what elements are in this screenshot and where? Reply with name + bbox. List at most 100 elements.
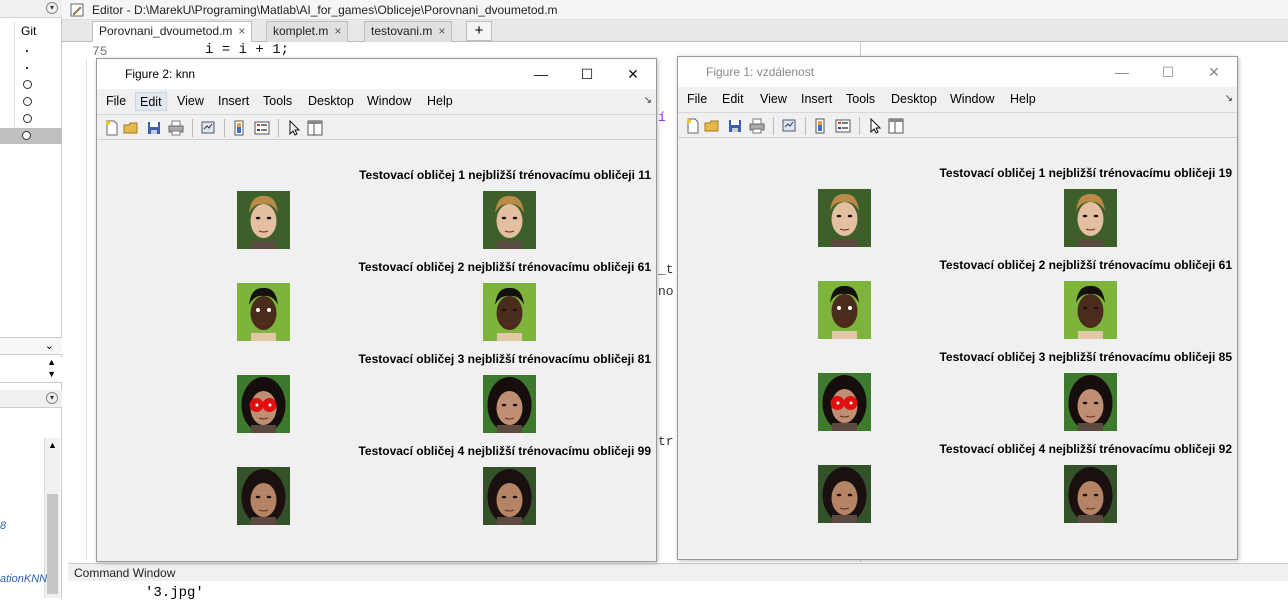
result-caption: Testovací obličej 4 nejbližší trénovacím… (358, 444, 651, 458)
toolbar-separator (224, 119, 225, 137)
minimize-button[interactable]: — (518, 59, 564, 89)
menu-tools[interactable]: Tools (842, 90, 879, 109)
file-fragment: 8 (0, 520, 7, 532)
git-status-icon (23, 97, 32, 106)
scroll-up-icon[interactable]: ▲ (47, 357, 56, 367)
minimize-button[interactable]: — (1099, 57, 1145, 87)
menu-insert[interactable]: Insert (797, 90, 836, 109)
chevron-down-icon[interactable]: ▾ (46, 2, 58, 14)
menu-desktop[interactable]: Desktop (304, 92, 358, 111)
tab-testovani[interactable]: testovani.m × (364, 21, 453, 42)
git-status-dot (26, 50, 28, 52)
toolbar-separator (773, 117, 774, 135)
figure-window-knn[interactable]: Figure 2: knn — ☐ ✕ File Edit View Inser… (96, 58, 657, 562)
line-number: 75 (92, 44, 108, 59)
git-status-icon (23, 114, 32, 123)
menu-window[interactable]: Window (946, 90, 998, 109)
menu-insert[interactable]: Insert (214, 92, 253, 111)
add-tab-button[interactable]: + (466, 21, 492, 41)
menu-edit[interactable]: Edit (718, 90, 748, 109)
command-window-title: Command Window (68, 563, 1288, 581)
open-folder-icon[interactable] (704, 118, 720, 134)
code-line: i = i + 1; (205, 42, 290, 58)
property-editor-icon[interactable] (307, 120, 323, 136)
train-face-image (1064, 465, 1117, 523)
menu-desktop[interactable]: Desktop (887, 90, 941, 109)
save-icon[interactable] (727, 118, 743, 134)
result-caption: Testovací obličej 3 nejbližší trénovacím… (358, 352, 651, 366)
figure-menubar: File Edit View Insert Tools Desktop Wind… (97, 89, 656, 113)
menu-file[interactable]: File (102, 92, 130, 111)
left-panel: ▾ Git ⌄ ▲ ▼ ▾ ▲ 8 ationKNN (0, 0, 62, 599)
scroll-field[interactable]: ▲ ▼ (0, 357, 62, 383)
test-face-image (818, 281, 871, 339)
tab-label: Porovnani_dvoumetod.m (99, 24, 233, 38)
pointer-icon[interactable] (867, 118, 883, 134)
menu-tools[interactable]: Tools (259, 92, 296, 111)
colorbar-icon[interactable] (231, 120, 247, 136)
new-file-icon[interactable] (685, 118, 701, 134)
test-face-image (237, 191, 290, 249)
open-folder-icon[interactable] (123, 120, 139, 136)
menu-help[interactable]: Help (423, 92, 457, 111)
menu-window[interactable]: Window (363, 92, 415, 111)
save-icon[interactable] (146, 120, 162, 136)
train-face-image (483, 375, 536, 433)
menu-file[interactable]: File (683, 90, 711, 109)
figure-toolbar (97, 114, 656, 140)
property-editor-icon[interactable] (888, 118, 904, 134)
menu-view[interactable]: View (756, 90, 791, 109)
close-icon[interactable]: × (238, 24, 245, 38)
code-fragment: tr (658, 434, 674, 449)
test-face-image (818, 465, 871, 523)
panel-header: ▾ (0, 0, 62, 18)
toolbar-separator (805, 117, 806, 135)
menu-edit[interactable]: Edit (135, 92, 167, 111)
git-status-dot (26, 67, 28, 69)
menu-help[interactable]: Help (1006, 90, 1040, 109)
scroll-up-icon[interactable]: ▲ (48, 440, 57, 450)
link-plot-icon[interactable] (200, 120, 216, 136)
chevron-down-icon[interactable]: ⌄ (45, 339, 54, 352)
panel-header: ▾ (0, 390, 62, 408)
maximize-button[interactable]: ☐ (1145, 57, 1191, 87)
figure-menubar: File Edit View Insert Tools Desktop Wind… (678, 87, 1237, 111)
git-column-header: Git (21, 24, 37, 38)
new-file-icon[interactable] (104, 120, 120, 136)
dock-arrow-icon[interactable]: ↘ (644, 95, 652, 106)
scroll-down-icon[interactable]: ▼ (47, 369, 56, 379)
link-plot-icon[interactable] (781, 118, 797, 134)
git-status-icon (23, 80, 32, 89)
tab-komplet[interactable]: komplet.m × (266, 21, 349, 42)
code-fragment: no (658, 284, 674, 299)
pencil-icon (70, 3, 84, 17)
tab-porovnani[interactable]: Porovnani_dvoumetod.m × (92, 21, 253, 43)
legend-icon[interactable] (254, 120, 270, 136)
close-icon[interactable]: × (334, 24, 341, 38)
print-icon[interactable] (168, 120, 184, 136)
result-caption: Testovací obličej 3 nejbližší trénovacím… (939, 350, 1232, 364)
close-button[interactable]: ✕ (610, 59, 656, 89)
selected-file-row[interactable] (0, 128, 62, 144)
train-face-image (483, 283, 536, 341)
dock-arrow-icon[interactable]: ↘ (1225, 93, 1233, 104)
print-icon[interactable] (749, 118, 765, 134)
result-caption: Testovací obličej 1 nejbližší trénovacím… (939, 166, 1232, 180)
tab-label: testovani.m (371, 24, 433, 38)
result-caption: Testovací obličej 1 nejbližší trénovacím… (359, 168, 651, 182)
train-face-image (1064, 373, 1117, 431)
scrollbar-thumb[interactable] (47, 494, 58, 594)
maximize-button[interactable]: ☐ (564, 59, 610, 89)
test-face-image (237, 283, 290, 341)
close-icon[interactable]: × (438, 24, 445, 38)
command-window[interactable] (68, 581, 1288, 599)
train-face-image (483, 191, 536, 249)
figure-window-vzdalenost[interactable]: Figure 1: vzdálenost — ☐ ✕ File Edit Vie… (677, 56, 1238, 560)
legend-icon[interactable] (835, 118, 851, 134)
panel-collapse-bar[interactable]: ⌄ (0, 337, 62, 355)
close-button[interactable]: ✕ (1191, 57, 1237, 87)
chevron-down-icon[interactable]: ▾ (46, 392, 58, 404)
pointer-icon[interactable] (286, 120, 302, 136)
colorbar-icon[interactable] (812, 118, 828, 134)
menu-view[interactable]: View (173, 92, 208, 111)
